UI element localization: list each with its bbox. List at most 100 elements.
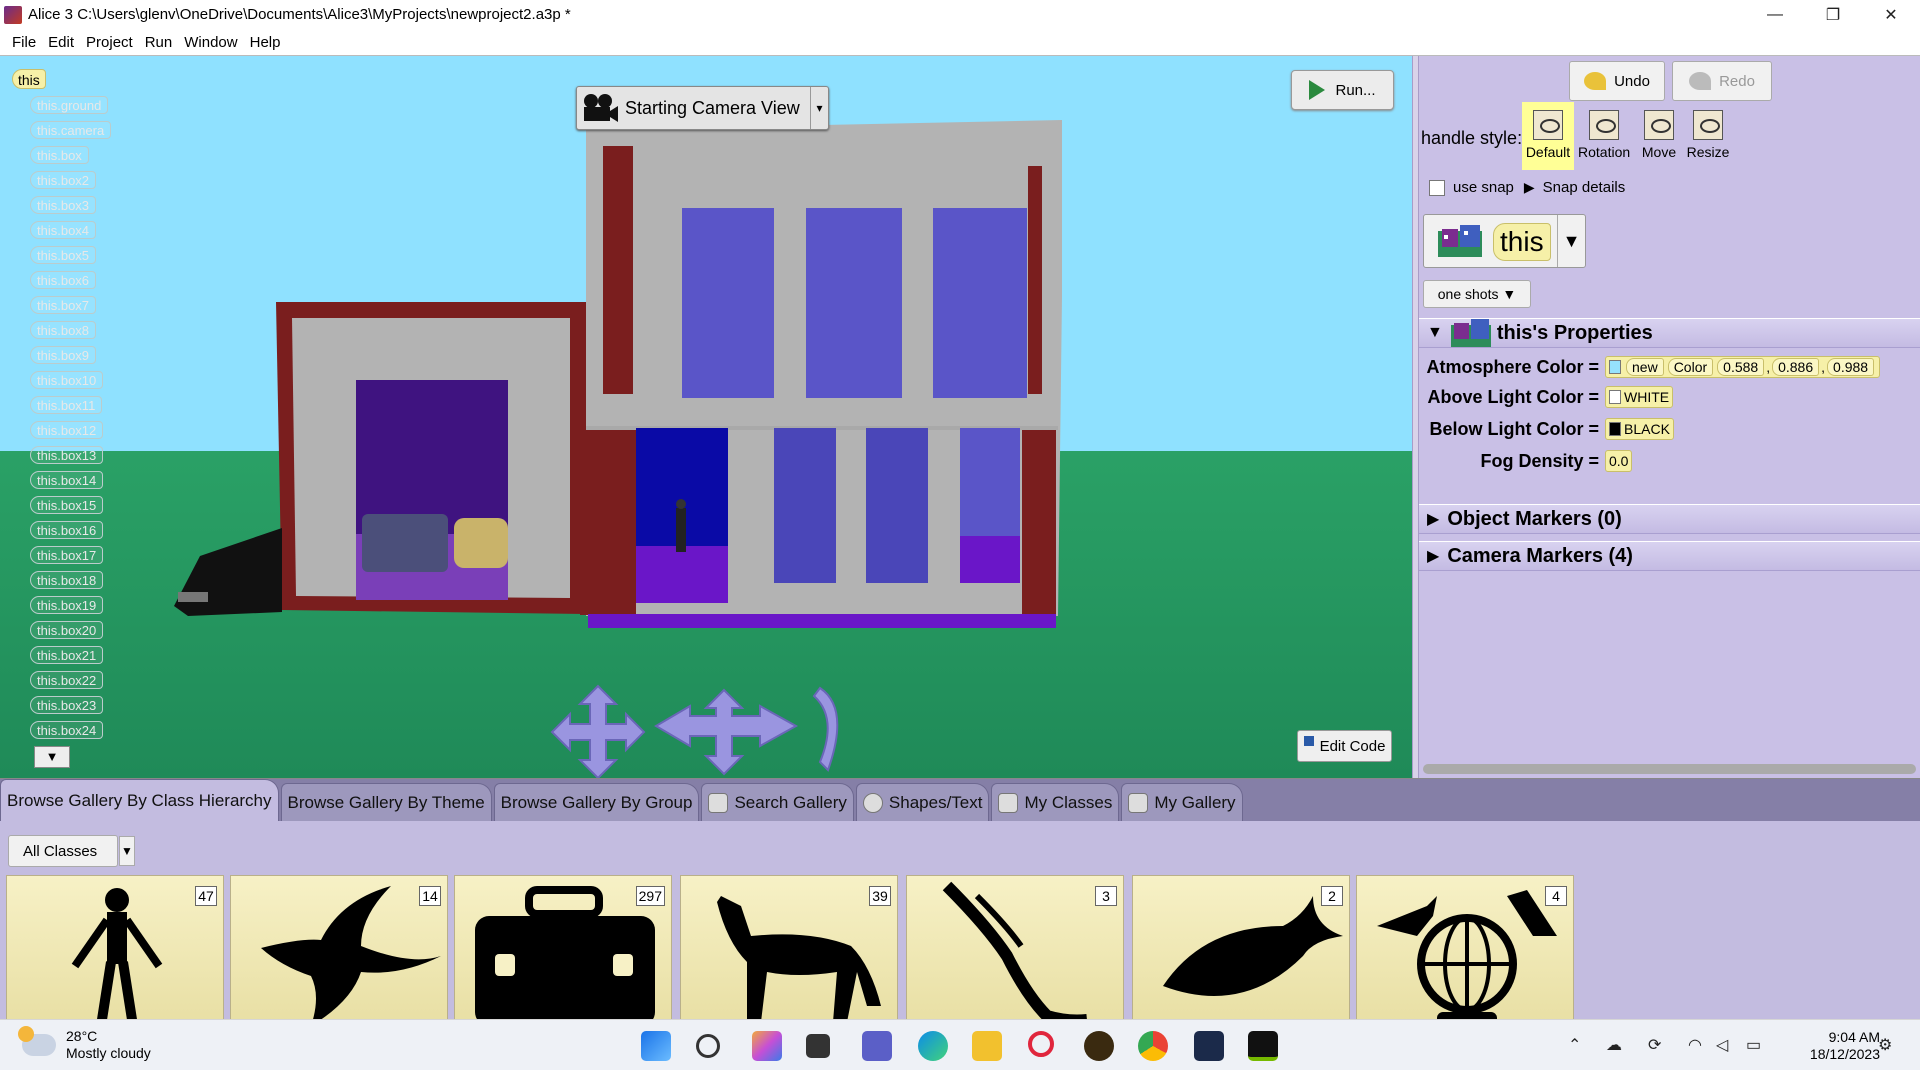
above-light-color-value[interactable]: WHITE <box>1605 386 1674 408</box>
scene-tree-item[interactable]: this.box14 <box>30 471 104 489</box>
gallery-card-flyer[interactable]: 14 <box>230 875 448 1026</box>
fog-density-value[interactable]: 0.0 <box>1605 450 1633 472</box>
notification-bell-icon[interactable]: ⚙ <box>1878 1035 1892 1055</box>
snap-details-toggle-icon[interactable]: ▶ <box>1524 179 1535 196</box>
camera-markers-header[interactable]: ▶ Camera Markers (4) <box>1419 541 1920 571</box>
scene-tree-item[interactable]: this.box7 <box>30 296 97 314</box>
gallery-card-quadruped[interactable]: 39 <box>680 875 898 1025</box>
scene-tree-item[interactable]: this.box4 <box>30 221 97 239</box>
below-light-color-value[interactable]: BLACK <box>1605 418 1674 440</box>
menu-file[interactable]: File <box>12 34 36 51</box>
scene-tree-item[interactable]: this.ground <box>30 96 109 114</box>
scene-tree-item[interactable]: this.box8 <box>30 321 97 339</box>
menu-project[interactable]: Project <box>86 34 133 51</box>
tab-theme[interactable]: Browse Gallery By Theme <box>280 783 492 821</box>
scene-view[interactable]: this this.ground this.camera this.box th… <box>0 56 1412 778</box>
scene-tree-root[interactable]: this <box>12 69 46 89</box>
wow-icon[interactable] <box>1084 1031 1114 1061</box>
green-component[interactable]: 0.886 <box>1772 358 1820 376</box>
scene-tree-item[interactable]: this.box15 <box>30 496 104 514</box>
use-snap-checkbox[interactable] <box>1429 179 1445 196</box>
file-explorer-icon[interactable] <box>972 1031 1002 1061</box>
wifi-icon[interactable]: ◠ <box>1688 1035 1702 1055</box>
handle-style-rotation[interactable]: Rotation <box>1578 102 1630 170</box>
scene-tree-item[interactable]: this.camera <box>30 121 112 139</box>
gallery-card-swimmer[interactable]: 2 <box>1132 875 1350 1025</box>
class-filter-arrow-icon[interactable]: ▼ <box>119 836 135 866</box>
handle-style-default[interactable]: Default <box>1522 102 1574 170</box>
teams-icon[interactable] <box>862 1031 892 1061</box>
scene-tree-item[interactable]: this.box22 <box>30 671 104 689</box>
volume-icon[interactable]: ◁ <box>1716 1035 1728 1055</box>
scene-tree-item[interactable]: this.box3 <box>30 196 97 214</box>
panel-splitter[interactable] <box>1412 56 1419 778</box>
gallery-card-biped[interactable]: 47 <box>6 875 224 1026</box>
chrome-icon[interactable] <box>1138 1031 1168 1061</box>
run-button[interactable]: Run... <box>1291 70 1394 110</box>
move-arrows-icon[interactable] <box>550 684 646 778</box>
scene-tree-item[interactable]: this.box20 <box>30 621 104 639</box>
menu-help[interactable]: Help <box>250 34 281 51</box>
red-component[interactable]: 0.588 <box>1717 358 1765 376</box>
task-view-icon[interactable] <box>806 1034 830 1058</box>
tab-my-gallery[interactable]: My Gallery <box>1121 783 1243 821</box>
tab-search[interactable]: Search Gallery <box>701 783 854 821</box>
scene-tree-item[interactable]: this.box13 <box>30 446 104 464</box>
scene-tree-item[interactable]: this.box18 <box>30 571 104 589</box>
nvidia-icon[interactable] <box>1248 1031 1278 1061</box>
menu-window[interactable]: Window <box>184 34 237 51</box>
scene-tree-item[interactable]: this.box11 <box>30 396 103 414</box>
gallery-card-transport[interactable]: 4 <box>1356 875 1574 1026</box>
expand-arrow-icon[interactable]: ▶ <box>1427 509 1439 529</box>
redo-button[interactable]: Redo <box>1672 61 1772 101</box>
camera-move-handles[interactable] <box>550 684 839 778</box>
minimize-button[interactable]: — <box>1746 0 1804 29</box>
selected-object-arrow-icon[interactable]: ▼ <box>1557 215 1585 267</box>
scene-tree-item[interactable]: this.box6 <box>30 271 97 289</box>
camera-view-arrow-icon[interactable]: ▾ <box>810 87 828 129</box>
tab-class-hierarchy[interactable]: Browse Gallery By Class Hierarchy <box>0 779 279 821</box>
menu-edit[interactable]: Edit <box>48 34 74 51</box>
system-clock[interactable]: 9:04 AM 18/12/2023 <box>1810 1029 1880 1063</box>
opera-icon[interactable] <box>1028 1031 1054 1057</box>
class-filter-dropdown[interactable]: All Classes ▼ <box>8 835 135 867</box>
menu-run[interactable]: Run <box>145 34 173 51</box>
pan-arrows-icon[interactable] <box>654 688 799 776</box>
scene-tree-item[interactable]: this.box12 <box>30 421 104 439</box>
atmosphere-color-value[interactable]: new Color 0.588, 0.886, 0.988 <box>1605 356 1881 378</box>
tab-group[interactable]: Browse Gallery By Group <box>493 783 700 821</box>
gallery-card-prop[interactable]: 297 <box>454 875 672 1026</box>
alice-taskbar-icon[interactable] <box>1194 1031 1224 1061</box>
tab-my-classes[interactable]: My Classes <box>991 783 1120 821</box>
scene-tree-more-button[interactable]: ▼ <box>34 746 70 768</box>
maximize-button[interactable]: ❐ <box>1804 0 1862 29</box>
scene-tree-item[interactable]: this.box2 <box>30 171 97 189</box>
scene-tree-item[interactable]: this.box <box>30 146 89 164</box>
show-hidden-icons-icon[interactable]: ⌃ <box>1568 1035 1581 1055</box>
scene-tree-item[interactable]: this.box23 <box>30 696 104 714</box>
sync-icon[interactable]: ⟳ <box>1648 1035 1661 1055</box>
edit-code-button[interactable]: Edit Code <box>1297 730 1392 762</box>
camera-view-dropdown[interactable]: Starting Camera View ▾ <box>576 86 829 130</box>
start-icon[interactable] <box>641 1031 671 1061</box>
edge-icon[interactable] <box>918 1031 948 1061</box>
snap-details-label[interactable]: Snap details <box>1543 179 1626 196</box>
object-markers-header[interactable]: ▶ Object Markers (0) <box>1419 504 1920 534</box>
horizontal-scrollbar[interactable] <box>1423 764 1916 774</box>
collapse-arrow-icon[interactable]: ▼ <box>1427 324 1443 342</box>
handle-style-move[interactable]: Move <box>1633 102 1685 170</box>
onedrive-icon[interactable]: ☁ <box>1606 1035 1622 1055</box>
expand-arrow-icon[interactable]: ▶ <box>1427 546 1439 566</box>
scene-tree-item[interactable]: this.box19 <box>30 596 104 614</box>
scene-tree-item[interactable]: this.box10 <box>30 371 104 389</box>
gallery-card-slitherer[interactable]: 3 <box>906 875 1124 1026</box>
undo-button[interactable]: Undo <box>1569 61 1665 101</box>
tab-shapes-text[interactable]: Shapes/Text <box>855 783 990 821</box>
search-icon[interactable] <box>696 1034 720 1058</box>
scene-tree-item[interactable]: this.box5 <box>30 246 97 264</box>
close-button[interactable]: ✕ <box>1862 0 1920 29</box>
selected-object-dropdown[interactable]: this ▼ <box>1423 214 1586 268</box>
scene-tree-item[interactable]: this.box16 <box>30 521 104 539</box>
weather-widget[interactable]: 28°C Mostly cloudy <box>18 1026 151 1062</box>
scene-tree-item[interactable]: this.box21 <box>30 646 104 664</box>
